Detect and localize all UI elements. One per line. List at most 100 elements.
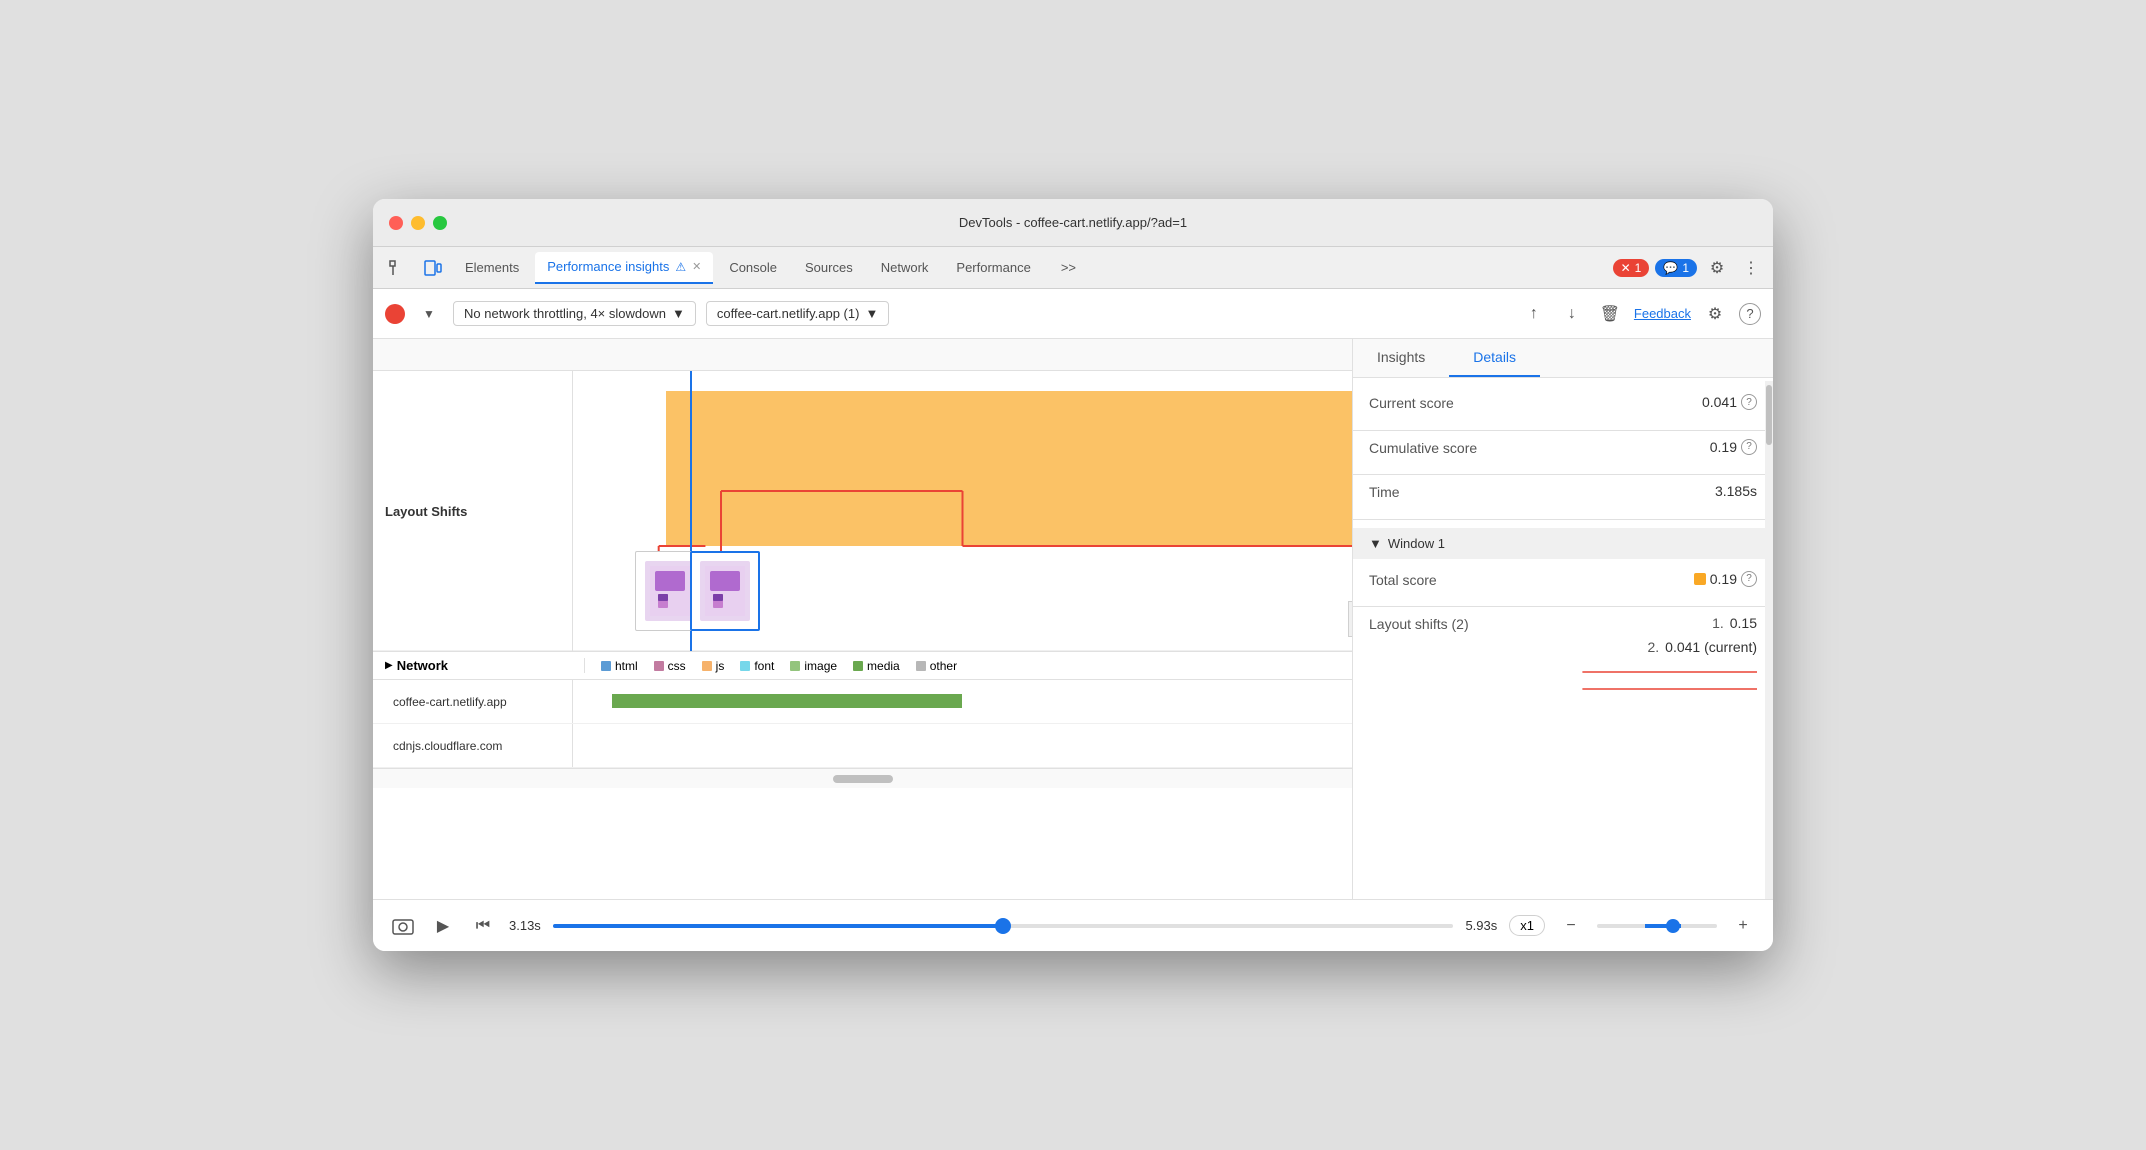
- right-panel: Insights Details Current score 0.041 ?: [1353, 339, 1773, 899]
- total-score-color-dot: [1694, 573, 1706, 585]
- total-score-label: Total score: [1369, 571, 1437, 591]
- help-icon[interactable]: ?: [1739, 303, 1761, 325]
- network-row-2: cdnjs.cloudflare.com: [373, 724, 1352, 768]
- title-bar: DevTools - coffee-cart.netlify.app/?ad=1: [373, 199, 1773, 247]
- tab-sources[interactable]: Sources: [793, 252, 865, 284]
- device-mode-icon[interactable]: [417, 252, 449, 284]
- zoom-in-icon[interactable]: +: [1729, 912, 1757, 940]
- layout-shifts-detail: Layout shifts (2) 1. 0.15 2. 0.041 (curr…: [1369, 615, 1757, 700]
- throttle-dropdown[interactable]: No network throttling, 4× slowdown ▼: [453, 301, 696, 326]
- legend-font: font: [740, 659, 774, 673]
- window-section-header: ▼ Window 1: [1353, 528, 1773, 559]
- separator-3: [1353, 519, 1773, 520]
- cumulative-score-row: Cumulative score 0.19 ?: [1369, 439, 1757, 459]
- tab-network[interactable]: Network: [869, 252, 941, 284]
- legend-items: html css js font: [601, 659, 1340, 673]
- timeline-panel: 3,160ms 3,200ms 3,240ms 3,280ms Layout S…: [373, 339, 1353, 899]
- other-dot: [916, 661, 926, 671]
- tab-bar: Elements Performance insights ⚠ ✕ Consol…: [373, 247, 1773, 289]
- legend-html: html: [601, 659, 638, 673]
- scrollbar-thumb[interactable]: [833, 775, 893, 783]
- network-section-toggle[interactable]: ▶ Network: [385, 658, 585, 673]
- separator-2: [1353, 474, 1773, 475]
- legend-image: image: [790, 659, 837, 673]
- tab-bar-right: ✕ 1 💬 1 ⚙ ⋮: [1613, 254, 1765, 282]
- cumulative-score-value: 0.19 ?: [1710, 439, 1757, 455]
- minimize-button[interactable]: [411, 216, 425, 230]
- total-score-help-icon[interactable]: ?: [1741, 571, 1757, 587]
- right-scrollbar-thumb[interactable]: [1766, 385, 1772, 445]
- cumulative-score-help-icon[interactable]: ?: [1741, 439, 1757, 455]
- current-score-help-icon[interactable]: ?: [1741, 394, 1757, 410]
- shift-row-2: 2. 0.041 (current): [1647, 639, 1757, 655]
- layout-shifts-header-row: Layout shifts (2) 1. 0.15 2. 0.041 (curr…: [1369, 615, 1757, 659]
- network-row-1: coffee-cart.netlify.app: [373, 680, 1352, 724]
- layout-shift-orange-bar: [666, 391, 1352, 546]
- time-value: 3.185s: [1715, 483, 1757, 499]
- more-tabs-button[interactable]: >>: [1049, 252, 1088, 284]
- network-row-2-content[interactable]: [573, 724, 1352, 768]
- network-row-1-label: coffee-cart.netlify.app: [373, 680, 573, 723]
- horizontal-scrollbar[interactable]: [373, 768, 1352, 788]
- error-badge[interactable]: ✕ 1: [1613, 259, 1650, 277]
- tab-performance[interactable]: Performance: [944, 252, 1042, 284]
- inspect-icon[interactable]: [381, 252, 413, 284]
- connecting-lines-svg: [1369, 667, 1757, 697]
- close-tab-icon[interactable]: ✕: [692, 260, 701, 273]
- css-dot: [654, 661, 664, 671]
- tab-performance-insights[interactable]: Performance insights ⚠ ✕: [535, 252, 713, 284]
- settings-icon[interactable]: ⚙: [1703, 254, 1731, 282]
- bottom-controls: ▶ ⏮ 3.13s 5.93s x1 − +: [373, 899, 1773, 951]
- main-content: 3,160ms 3,200ms 3,240ms 3,280ms Layout S…: [373, 339, 1773, 899]
- js-dot: [702, 661, 712, 671]
- current-score-label: Current score: [1369, 394, 1454, 414]
- right-panel-scrollbar[interactable]: [1765, 381, 1773, 899]
- maximize-button[interactable]: [433, 216, 447, 230]
- legend-js: js: [702, 659, 725, 673]
- image-dot: [790, 661, 800, 671]
- more-options-icon[interactable]: ⋮: [1737, 254, 1765, 282]
- feedback-link[interactable]: Feedback: [1634, 306, 1691, 321]
- close-button[interactable]: [389, 216, 403, 230]
- tab-details[interactable]: Details: [1449, 339, 1540, 377]
- message-badge[interactable]: 💬 1: [1655, 259, 1697, 277]
- layout-shifts-values: 1. 0.15 2. 0.041 (current): [1647, 615, 1757, 659]
- tab-insights[interactable]: Insights: [1353, 339, 1449, 377]
- tab-elements[interactable]: Elements: [453, 252, 531, 284]
- settings-panel-icon[interactable]: ⚙: [1701, 300, 1729, 328]
- legend-css: css: [654, 659, 686, 673]
- zoom-out-icon[interactable]: −: [1557, 912, 1585, 940]
- devtools-window: DevTools - coffee-cart.netlify.app/?ad=1…: [373, 199, 1773, 951]
- screenshot-icon[interactable]: [389, 912, 417, 940]
- time-label: Time: [1369, 483, 1400, 503]
- time-start-display: 3.13s: [509, 918, 541, 933]
- legend-other: other: [916, 659, 957, 673]
- playback-slider[interactable]: [553, 924, 1454, 928]
- separator-4: [1353, 606, 1773, 607]
- right-panel-tabs: Insights Details: [1353, 339, 1773, 378]
- traffic-lights: [389, 216, 447, 230]
- current-score-value: 0.041 ?: [1702, 394, 1757, 410]
- font-dot: [740, 661, 750, 671]
- delete-icon[interactable]: 🗑: [1596, 300, 1624, 328]
- dropdown-arrow-icon[interactable]: ▼: [415, 300, 443, 328]
- legend-bar: ▶ Network html css js: [373, 651, 1352, 680]
- cumulative-score-label: Cumulative score: [1369, 439, 1477, 459]
- tab-console[interactable]: Console: [717, 252, 789, 284]
- upload-icon[interactable]: ↑: [1520, 300, 1548, 328]
- play-icon[interactable]: ▶: [429, 912, 457, 940]
- time-end-display: 5.93s: [1465, 918, 1497, 933]
- speed-button[interactable]: x1: [1509, 915, 1545, 936]
- network-row-1-content[interactable]: [573, 680, 1352, 724]
- download-icon[interactable]: ↓: [1558, 300, 1586, 328]
- thumbnail-after: [690, 551, 760, 631]
- timeline-header: 3,160ms 3,200ms 3,240ms 3,280ms: [373, 339, 1352, 371]
- url-dropdown[interactable]: coffee-cart.netlify.app (1) ▼: [706, 301, 889, 326]
- record-button[interactable]: [385, 304, 405, 324]
- layout-shifts-content[interactable]: [573, 371, 1352, 651]
- skip-to-start-icon[interactable]: ⏮: [469, 912, 497, 940]
- network-row-2-label: cdnjs.cloudflare.com: [373, 724, 573, 767]
- zoom-slider[interactable]: [1597, 924, 1717, 928]
- shift-row-1: 1. 0.15: [1712, 615, 1757, 631]
- layout-shifts-label: Layout Shifts: [373, 371, 573, 651]
